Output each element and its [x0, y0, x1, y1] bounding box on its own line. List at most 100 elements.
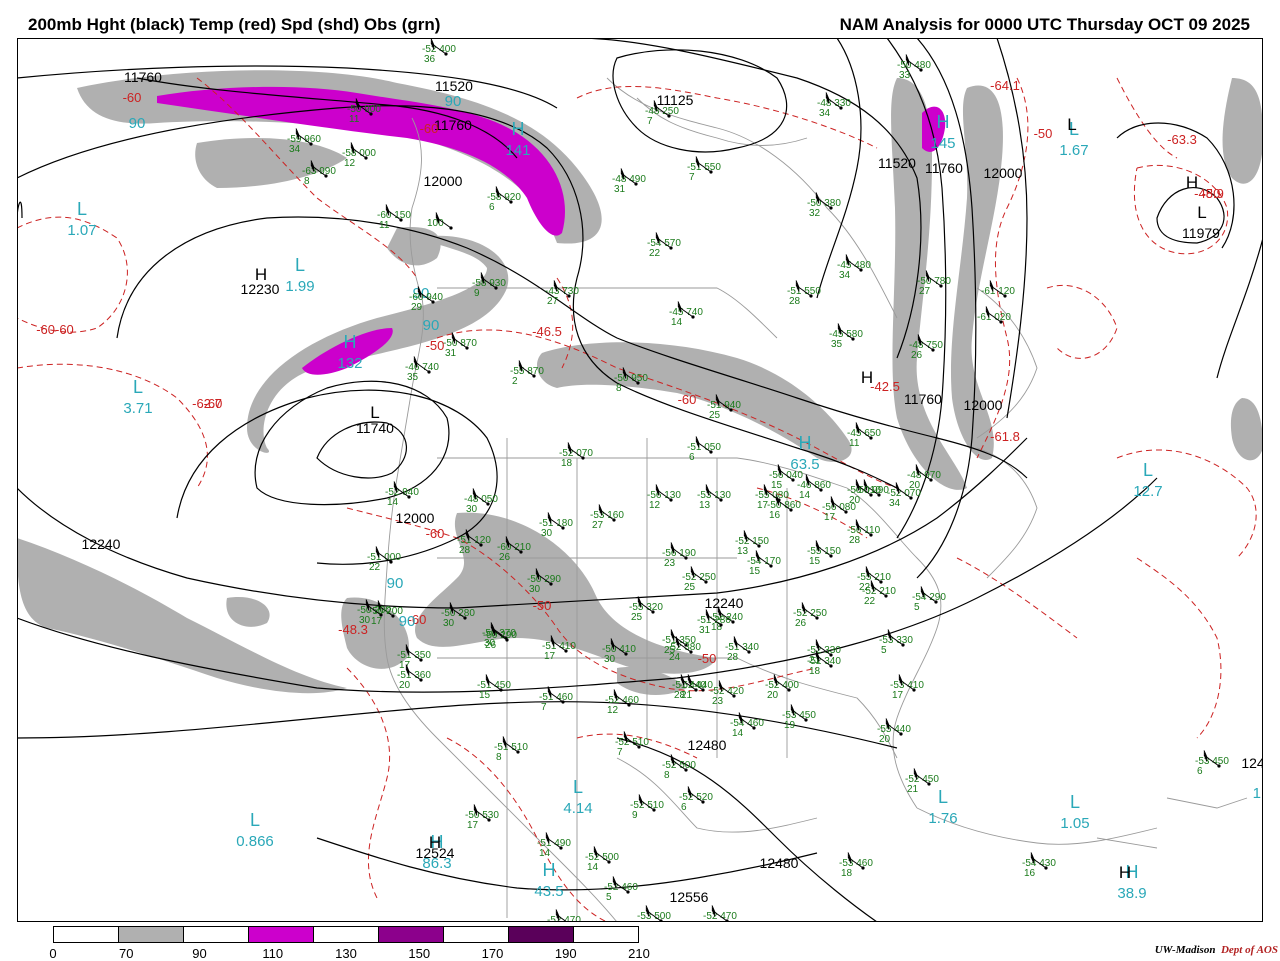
- station-dewpoint: 27: [592, 520, 604, 531]
- station-dewpoint: 26: [795, 618, 807, 629]
- station-dot: [627, 703, 631, 707]
- station-dot: [999, 320, 1003, 324]
- temperature-label: -50: [426, 338, 445, 353]
- pressure-center: H: [1186, 173, 1198, 192]
- station-ob: -53 41017: [890, 674, 924, 701]
- station-ob: -52 470: [547, 909, 581, 922]
- station-ob: -45 65011: [847, 422, 881, 449]
- station-dewpoint: 8: [664, 770, 670, 781]
- station-dot: [694, 688, 698, 692]
- station-ob: -51 18030: [539, 512, 573, 539]
- station-temp-height: 100: [427, 218, 444, 229]
- speed-center-marker: H: [512, 119, 525, 139]
- station-dot: [465, 346, 469, 350]
- station-ob: -52 25025: [682, 566, 716, 593]
- station-dewpoint: 30: [359, 615, 371, 626]
- temperature-label: -60: [420, 121, 439, 136]
- station-ob: -52 40020: [765, 674, 799, 701]
- station-dot: [516, 750, 520, 754]
- station-dot: [719, 623, 723, 627]
- station-dewpoint: 9: [474, 288, 480, 299]
- height-label: 11760: [925, 160, 963, 176]
- station-dot: [494, 286, 498, 290]
- speed-center-marker: L: [295, 255, 305, 275]
- legend-label: 0: [49, 946, 57, 961]
- station-dot: [626, 890, 630, 894]
- station-ob: -54 43016: [1022, 852, 1056, 879]
- station-dewpoint: 32: [809, 208, 821, 219]
- temperature-label: -61.8: [990, 429, 1020, 444]
- height-label: 12556: [670, 889, 709, 905]
- station-dewpoint: 22: [864, 596, 876, 607]
- speed-center-value: 1.07: [67, 222, 96, 239]
- station-dot: [861, 866, 865, 870]
- station-ob: -53 46018: [839, 852, 873, 879]
- legend-swatch: [379, 927, 444, 942]
- station-dewpoint: 25: [631, 612, 643, 623]
- station-ob: -50 53017: [465, 804, 499, 831]
- station-dot: [884, 594, 888, 598]
- station-dewpoint: 11: [379, 220, 390, 231]
- station-dot: [701, 800, 705, 804]
- speed-contour-label: 90: [387, 575, 404, 592]
- station-dot: [931, 348, 935, 352]
- station-dewpoint: 20: [767, 690, 779, 701]
- speed-center-value: 4.14: [563, 800, 592, 817]
- station-dot: [809, 294, 813, 298]
- temperature-label: -60: [678, 392, 697, 407]
- station-dewpoint: 5: [914, 602, 920, 613]
- station-ob: -46 74035: [405, 356, 439, 383]
- temperature-label: -60: [426, 526, 445, 541]
- station-dot: [391, 614, 395, 618]
- station-dewpoint: 16: [1024, 868, 1036, 879]
- station-dot: [789, 508, 793, 512]
- speed-center-value: 0.866: [236, 833, 274, 850]
- station-ob: 100: [427, 212, 453, 230]
- height-label: 11740: [356, 420, 394, 436]
- station-dot: [704, 580, 708, 584]
- station-dewpoint: 13: [699, 500, 711, 511]
- station-dewpoint: 14: [387, 497, 399, 508]
- speed-center-marker: L: [1070, 792, 1080, 812]
- station-dot: [612, 518, 616, 522]
- station-ob: -51 0506: [687, 436, 721, 463]
- station-dot: [607, 860, 611, 864]
- station-ob: -55 32025: [629, 596, 663, 623]
- station-dewpoint: 17: [824, 512, 836, 523]
- speed-center-value: 1.67: [1059, 142, 1088, 159]
- station-dewpoint: 25: [684, 582, 696, 593]
- station-ob: -50 87031: [443, 332, 477, 359]
- station-dewpoint: 7: [647, 116, 653, 127]
- station-dot: [561, 526, 565, 530]
- station-dewpoint: 2: [512, 376, 518, 387]
- legend-label: 70: [119, 946, 134, 961]
- station-dewpoint: 8: [496, 752, 502, 763]
- station-temp-height: -52 470: [547, 915, 581, 922]
- station-dewpoint: 29: [411, 302, 423, 313]
- station-dewpoint: 20: [879, 734, 891, 745]
- station-dewpoint: 6: [489, 202, 495, 213]
- station-dot: [637, 745, 641, 749]
- station-ob: -53 500: [637, 905, 671, 922]
- station-dewpoint: 30: [604, 654, 616, 665]
- temperature-label: -64.1: [990, 78, 1020, 93]
- height-label: 12240: [82, 536, 121, 552]
- speed-center-value: 1.5: [1253, 785, 1263, 802]
- station-dot: [419, 658, 423, 662]
- station-dewpoint: 17: [757, 500, 769, 511]
- station-dot: [581, 456, 585, 460]
- station-ob: -48 05030: [464, 488, 498, 515]
- station-dewpoint: 35: [407, 372, 419, 383]
- station-dewpoint: 18: [809, 666, 821, 677]
- station-ob: -45 74014: [669, 301, 703, 328]
- station-dot: [777, 498, 781, 502]
- temperature-label: -50: [698, 651, 717, 666]
- station-dot: [859, 268, 863, 272]
- station-dewpoint: 7: [541, 702, 547, 713]
- station-dewpoint: 11: [849, 438, 860, 449]
- station-dot: [732, 694, 736, 698]
- speed-center-marker: L: [133, 377, 143, 397]
- station-dewpoint: 17: [544, 651, 556, 662]
- station-dewpoint: 14: [732, 728, 744, 739]
- station-ob: -53 4506: [1195, 750, 1229, 777]
